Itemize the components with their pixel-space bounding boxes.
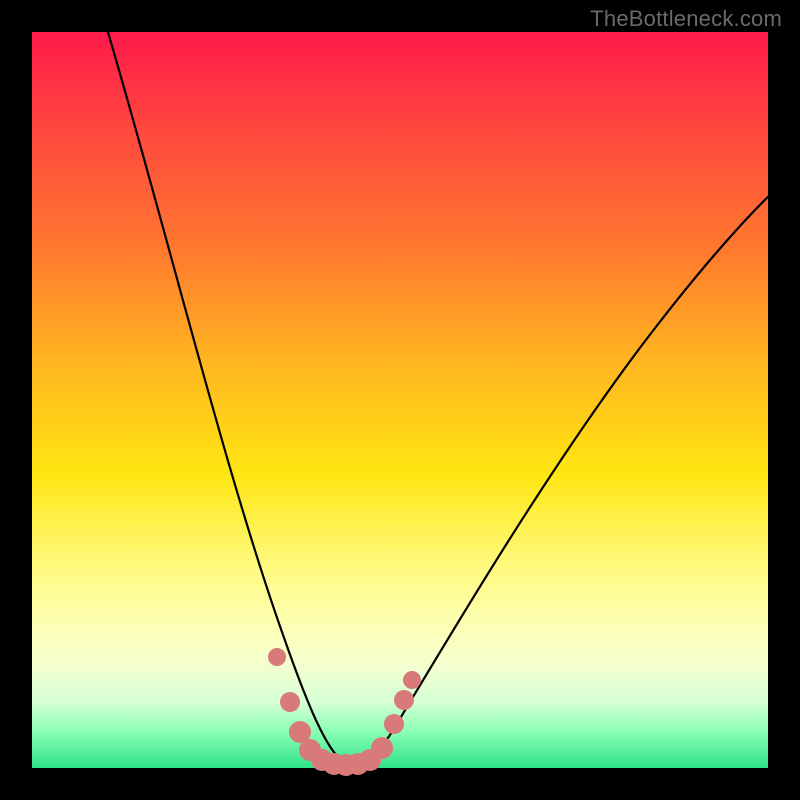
bottleneck-curve xyxy=(32,32,768,768)
chart-plot-area xyxy=(32,32,768,768)
watermark-text: TheBottleneck.com xyxy=(590,6,782,32)
curve-path xyxy=(102,12,800,765)
fitted-points xyxy=(268,648,421,776)
